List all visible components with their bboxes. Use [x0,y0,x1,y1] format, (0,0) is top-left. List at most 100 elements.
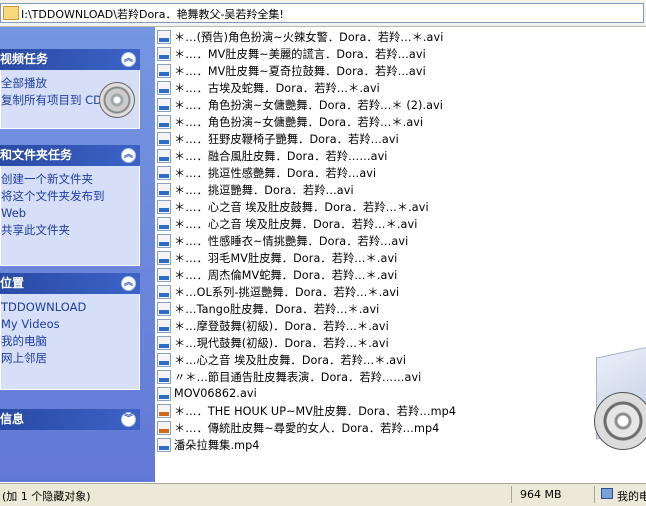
file-name: ＊…．狂野皮鞭椅子艷舞．Dora．若羚…avi [174,132,399,146]
video-file-icon [157,301,171,316]
place-my-videos[interactable]: My Videos [1,316,139,333]
file-name: ＊…Tango肚皮舞．Dora．若羚…＊.avi [174,302,380,316]
details-title: 信息 [0,412,25,426]
collapse-chevron-icon[interactable]: ︽ [121,276,136,291]
file-name: ＊…．THE HOUK UP~MV肚皮舞．Dora．若羚…mp4 [174,404,457,418]
video-file-icon [157,267,171,282]
video-file-icon [157,284,171,299]
file-row[interactable]: ＊…．挑逗艷舞．Dora．若羚…avi [157,181,354,198]
details-header[interactable]: 信息 ︾ [0,409,140,430]
mpeg-file-icon [157,420,171,435]
file-name: ＊…．心之音 埃及肚皮鼓舞．Dora．若羚…＊.avi [174,200,429,214]
file-name: ＊…摩登鼓舞(初級)．Dora．若羚…＊.avi [174,319,389,333]
video-file-icon [157,233,171,248]
video-tasks-header[interactable]: 视频任务 ︽ [0,49,140,70]
video-file-icon [157,29,171,44]
file-folder-tasks-header[interactable]: 和文件夹任务 ︽ [0,145,140,166]
place-network[interactable]: 网上邻居 [1,350,139,367]
status-bar: (加 1 个隐藏对象) 964 MB 我的电 [0,483,646,506]
file-name: ＊…．MV肚皮舞~美麗的謊言．Dora．若羚…avi [174,47,426,61]
file-row[interactable]: ＊…現代鼓舞(初級)．Dora．若羚…＊.avi [157,334,389,351]
file-name: ＊…．古埃及蛇舞．Dora．若羚…＊.avi [174,81,380,95]
file-name: ＊…．融合風肚皮舞．Dora．若羚……avi [174,149,388,163]
mpeg-file-icon [157,403,171,418]
file-name: ＊…OL系列-挑逗艷舞．Dora．若羚…＊.avi [174,285,400,299]
place-tddownload[interactable]: TDDOWNLOAD [1,299,139,316]
places-title: 位置 [0,276,25,290]
file-row[interactable]: ＊…．融合風肚皮舞．Dora．若羚……avi [157,147,388,164]
expand-chevron-icon[interactable]: ︾ [121,412,136,427]
details-group: 信息 ︾ [0,409,140,430]
task-share-folder[interactable]: 共享此文件夹 [1,222,139,239]
file-name: 〃＊…節目通告肚皮舞表演．Dora．若羚……avi [174,370,422,384]
file-row[interactable]: ＊…．狂野皮鞭椅子艷舞．Dora．若羚…avi [157,130,399,147]
file-row[interactable]: 〃＊…節目通告肚皮舞表演．Dora．若羚……avi [157,368,421,385]
file-name: ＊…心之音 埃及肚皮舞．Dora．若羚…＊.avi [174,353,407,367]
video-file-icon [157,318,171,333]
file-folder-tasks-body: 创建一个新文件夹 将这个文件夹发布到 Web 共享此文件夹 [0,166,140,266]
video-file-icon [157,386,171,401]
file-row[interactable]: ＊…OL系列-挑逗艷舞．Dora．若羚…＊.avi [157,283,399,300]
video-file-icon [157,131,171,146]
video-file-icon [157,216,171,231]
video-file-icon [157,148,171,163]
file-row[interactable]: ＊…．羽毛MV肚皮舞．Dora．若羚…＊.avi [157,249,397,266]
file-row[interactable]: ＊…．MV肚皮舞~夏奇拉鼓舞．Dora．若羚…avi [157,62,426,79]
file-name: ＊…．心之音 埃及肚皮舞．Dora．若羚…＊.avi [174,217,418,231]
video-file-icon [157,335,171,350]
file-name: ＊…．挑逗艷舞．Dora．若羚…avi [174,183,354,197]
file-row[interactable]: ＊…Tango肚皮舞．Dora．若羚…＊.avi [157,300,379,317]
video-file-icon [157,250,171,265]
file-row[interactable]: ＊…摩登鼓舞(初級)．Dora．若羚…＊.avi [157,317,389,334]
places-body: TDDOWNLOAD My Videos 我的电脑 网上邻居 [0,294,140,390]
file-row[interactable]: ＊…．心之音 埃及肚皮鼓舞．Dora．若羚…＊.avi [157,198,429,215]
video-tasks-body: 全部播放 复制所有项目到 CD [0,70,140,129]
file-row[interactable]: ＊…．性感睡衣~情挑艷舞．Dora．若羚…avi [157,232,408,249]
file-row[interactable]: ＊…．角色扮演~女傭艷舞．Dora．若羚…＊.avi [157,113,423,130]
file-row[interactable]: ＊…．傳統肚皮舞~尋愛的女人．Dora．若羚…mp4 [157,419,439,436]
file-row[interactable]: ＊…．角色扮演~女傭艷舞．Dora．若羚…＊ (2).avi [157,96,443,113]
file-row[interactable]: ＊…．古埃及蛇舞．Dora．若羚…＊.avi [157,79,380,96]
address-field[interactable]: I:\TDDOWNLOAD\若羚Dora．艳舞教父-吴若羚全集! [0,3,644,23]
file-row[interactable]: ＊…．MV肚皮舞~美麗的謊言．Dora．若羚…avi [157,45,426,62]
file-folder-tasks-group: 和文件夹任务 ︽ 创建一个新文件夹 将这个文件夹发布到 Web 共享此文件夹 [0,145,140,266]
file-row[interactable]: MOV06862.avi [157,385,257,402]
file-name: ＊…．角色扮演~女傭艷舞．Dora．若羚…＊ (2).avi [174,98,444,112]
video-file-icon [157,46,171,61]
task-publish-folder-web[interactable]: Web [1,205,139,222]
file-name: ＊…．周杰倫MV蛇舞．Dora．若羚…＊.avi [174,268,398,282]
task-publish-folder[interactable]: 将这个文件夹发布到 [1,188,139,205]
video-file-icon [157,165,171,180]
file-row[interactable]: ＊…．挑逗性感艷舞．Dora．若羚…avi [157,164,376,181]
file-row[interactable]: ＊…心之音 埃及肚皮舞．Dora．若羚…＊.avi [157,351,406,368]
file-row[interactable]: 潘朵拉舞集.mp4 [157,436,260,453]
file-row[interactable]: ＊…．THE HOUK UP~MV肚皮舞．Dora．若羚…mp4 [157,402,456,419]
video-file-icon [157,97,171,112]
file-row[interactable]: ＊…．心之音 埃及肚皮舞．Dora．若羚…＊.avi [157,215,417,232]
collapse-chevron-icon[interactable]: ︽ [121,52,136,67]
video-file-icon [157,437,171,452]
file-name: ＊…．性感睡衣~情挑艷舞．Dora．若羚…avi [174,234,409,248]
file-name: 潘朵拉舞集.mp4 [174,438,260,452]
video-folder-watermark-icon [580,340,646,480]
status-objects: (加 1 个隐藏对象) [2,490,91,503]
task-new-folder[interactable]: 创建一个新文件夹 [1,171,139,188]
file-name: ＊…現代鼓舞(初級)．Dora．若羚…＊.avi [174,336,389,350]
task-pane: 视频任务 ︽ 全部播放 复制所有项目到 CD 和文件夹任务 ︽ 创建一个新文件夹… [0,27,155,482]
address-bar: I:\TDDOWNLOAD\若羚Dora．艳舞教父-吴若羚全集! [0,0,646,27]
watermark-reel [594,392,646,450]
file-row[interactable]: ＊…(預告)角色扮演~火辣女警．Dora．若羚…＊.avi [157,28,443,45]
file-name: ＊…．MV肚皮舞~夏奇拉鼓舞．Dora．若羚…avi [174,64,426,78]
video-file-icon [157,182,171,197]
status-zone: 我的电 [617,490,646,503]
file-name: MOV06862.avi [174,387,257,400]
file-folder-tasks-title: 和文件夹任务 [0,148,73,162]
file-name: ＊…．挑逗性感艷舞．Dora．若羚…avi [174,166,377,180]
computer-icon [601,488,613,499]
collapse-chevron-icon[interactable]: ︽ [121,148,136,163]
video-file-icon [157,63,171,78]
place-my-computer[interactable]: 我的电脑 [1,333,139,350]
status-size: 964 MB [520,488,562,501]
file-row[interactable]: ＊…．周杰倫MV蛇舞．Dora．若羚…＊.avi [157,266,397,283]
places-header[interactable]: 位置 ︽ [0,273,140,294]
